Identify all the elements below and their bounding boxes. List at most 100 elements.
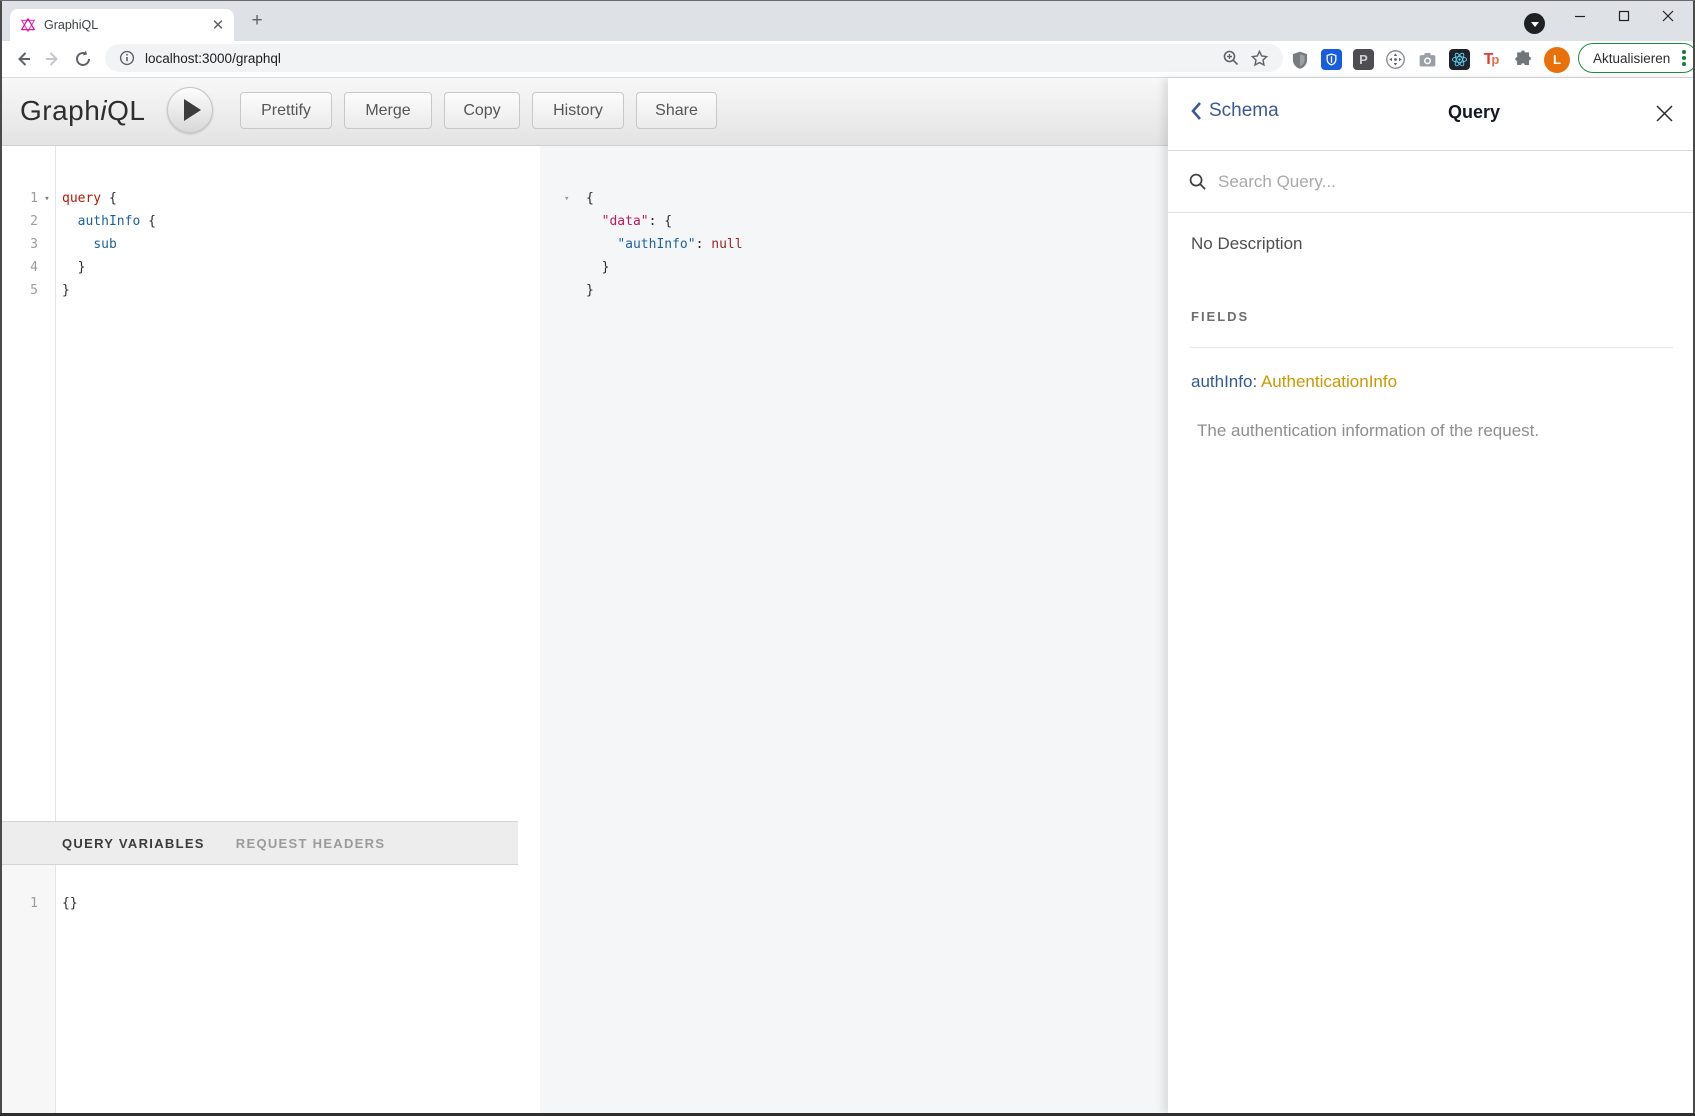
doc-no-description: No Description bbox=[1191, 234, 1303, 254]
tab-close-icon[interactable]: ✕ bbox=[210, 18, 226, 33]
query-editor-lines[interactable]: 1▾query {2 authInfo {3 sub4 }5} bbox=[0, 146, 518, 302]
update-button[interactable]: Aktualisieren bbox=[1578, 43, 1695, 73]
chevron-left-icon bbox=[1190, 101, 1202, 121]
react-devtools-icon[interactable] bbox=[1448, 48, 1471, 71]
code-line[interactable]: 1{} bbox=[0, 892, 518, 915]
info-icon[interactable] bbox=[119, 50, 135, 66]
doc-field-entry: authInfo: AuthenticationInfo bbox=[1191, 372, 1397, 392]
code-line[interactable]: 2 authInfo { bbox=[0, 210, 518, 233]
code-text: { bbox=[586, 187, 594, 210]
code-text: "data": { bbox=[586, 210, 672, 233]
merge-button[interactable]: Merge bbox=[344, 92, 432, 129]
ublock-shield-icon[interactable] bbox=[1288, 48, 1311, 71]
code-line[interactable]: 5} bbox=[0, 279, 518, 302]
history-button[interactable]: History bbox=[532, 92, 624, 129]
search-icon bbox=[1188, 172, 1207, 191]
code-text[interactable]: authInfo { bbox=[56, 210, 156, 233]
window-border-left bbox=[0, 1, 2, 1116]
close-icon[interactable] bbox=[1646, 1, 1690, 31]
doc-divider bbox=[1190, 347, 1673, 348]
minimize-icon[interactable] bbox=[1558, 1, 1602, 31]
copy-button[interactable]: Copy bbox=[444, 92, 520, 129]
execute-button[interactable] bbox=[167, 87, 213, 133]
doc-back-link[interactable]: Schema bbox=[1190, 100, 1279, 122]
variables-tab-bar: QUERY VARIABLES REQUEST HEADERS bbox=[0, 821, 518, 865]
line-gutter: 2 bbox=[0, 210, 56, 233]
forward-icon[interactable] bbox=[41, 47, 65, 71]
browser-titlebar: GraphiQL ✕ + bbox=[0, 1, 1695, 41]
bookmark-star-icon[interactable] bbox=[1245, 49, 1273, 68]
extensions-row: P Tp L bbox=[1288, 41, 1570, 78]
browser-tab[interactable]: GraphiQL ✕ bbox=[10, 9, 234, 41]
line-gutter: 4 bbox=[0, 256, 56, 279]
tab-query-variables[interactable]: QUERY VARIABLES bbox=[62, 836, 205, 851]
code-text: } bbox=[586, 279, 594, 302]
reload-icon[interactable] bbox=[71, 47, 95, 71]
graphiql-topbar: GraphiQL Prettify Merge Copy History Sha… bbox=[0, 78, 1168, 146]
fold-arrow-icon[interactable]: ▾ bbox=[38, 187, 56, 210]
fold-spacer bbox=[38, 892, 56, 915]
fold-spacer bbox=[540, 279, 586, 302]
move-tool-icon[interactable] bbox=[1384, 48, 1407, 71]
doc-fields-header: FIELDS bbox=[1191, 309, 1249, 324]
fold-spacer bbox=[540, 233, 586, 256]
code-text[interactable]: sub bbox=[56, 233, 117, 256]
graphiql-app: GraphiQL Prettify Merge Copy History Sha… bbox=[0, 78, 1695, 1114]
p-app-icon[interactable]: P bbox=[1352, 48, 1375, 71]
doc-explorer: Schema Query No Description FIELDS authI… bbox=[1168, 78, 1695, 1114]
fold-arrow-icon[interactable]: ▾ bbox=[540, 187, 586, 210]
code-line: "authInfo": null bbox=[540, 233, 1168, 256]
doc-close-icon[interactable] bbox=[1653, 102, 1675, 124]
code-line: } bbox=[540, 279, 1168, 302]
line-gutter: 1▾ bbox=[0, 187, 56, 210]
fold-spacer bbox=[540, 256, 586, 279]
share-button[interactable]: Share bbox=[636, 92, 717, 129]
code-text[interactable]: query { bbox=[56, 187, 117, 210]
fold-spacer bbox=[540, 210, 586, 233]
tampermonkey-tp-icon[interactable]: Tp bbox=[1480, 48, 1503, 71]
code-line[interactable]: 4 } bbox=[0, 256, 518, 279]
doc-field-type[interactable]: AuthenticationInfo bbox=[1261, 372, 1397, 391]
tab-search-icon[interactable] bbox=[1524, 13, 1545, 34]
camera-icon[interactable] bbox=[1416, 48, 1439, 71]
result-pane: ▾{ "data": { "authInfo": null }} bbox=[540, 146, 1168, 1114]
doc-field-separator: : bbox=[1252, 372, 1261, 391]
tab-title: GraphiQL bbox=[44, 18, 210, 32]
profile-avatar[interactable]: L bbox=[1544, 47, 1570, 73]
code-text: } bbox=[586, 256, 609, 279]
code-line: } bbox=[540, 256, 1168, 279]
doc-search-input[interactable] bbox=[1216, 171, 1636, 193]
address-bar[interactable]: localhost:3000/graphql bbox=[105, 44, 1283, 72]
doc-explorer-header: Schema Query bbox=[1168, 78, 1695, 151]
code-text[interactable]: } bbox=[56, 279, 70, 302]
variables-editor[interactable]: 1{} bbox=[0, 865, 518, 1114]
doc-back-label: Schema bbox=[1209, 100, 1279, 122]
code-line: "data": { bbox=[540, 210, 1168, 233]
play-icon bbox=[184, 99, 201, 121]
tab-request-headers[interactable]: REQUEST HEADERS bbox=[236, 836, 386, 851]
code-text[interactable]: {} bbox=[56, 892, 78, 915]
menu-dots-icon[interactable] bbox=[1678, 48, 1690, 68]
code-line[interactable]: 3 sub bbox=[0, 233, 518, 256]
url-text[interactable]: localhost:3000/graphql bbox=[145, 51, 1217, 66]
bitwarden-icon[interactable] bbox=[1320, 48, 1343, 71]
prettify-button[interactable]: Prettify bbox=[240, 92, 332, 129]
new-tab-icon[interactable]: + bbox=[243, 11, 271, 33]
doc-search-row bbox=[1168, 151, 1695, 213]
line-gutter: 3 bbox=[0, 233, 56, 256]
code-text[interactable]: } bbox=[56, 256, 85, 279]
line-gutter: 5 bbox=[0, 279, 56, 302]
zoom-icon[interactable] bbox=[1217, 49, 1245, 67]
puzzle-extensions-icon[interactable] bbox=[1512, 48, 1535, 71]
doc-title: Query bbox=[1448, 102, 1500, 123]
code-text: "authInfo": null bbox=[586, 233, 743, 256]
back-icon[interactable] bbox=[11, 47, 35, 71]
fold-spacer bbox=[38, 279, 56, 302]
result-lines: ▾{ "data": { "authInfo": null }} bbox=[540, 146, 1168, 302]
doc-field-description: The authentication information of the re… bbox=[1197, 421, 1539, 441]
code-line[interactable]: 1▾query { bbox=[0, 187, 518, 210]
doc-field-name[interactable]: authInfo bbox=[1191, 372, 1252, 391]
maximize-icon[interactable] bbox=[1602, 1, 1646, 31]
pane-resizer[interactable] bbox=[518, 146, 540, 1114]
variables-editor-lines[interactable]: 1{} bbox=[0, 865, 518, 915]
